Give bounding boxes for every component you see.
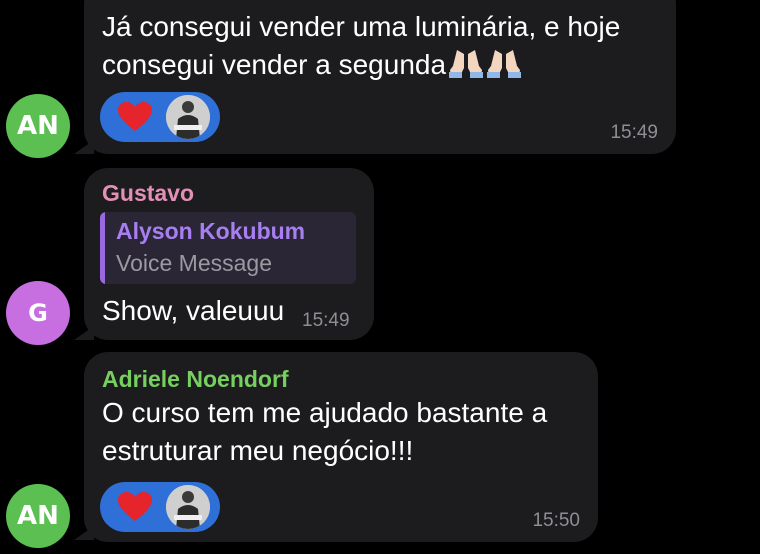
message-bubble[interactable]: Adriele Noendorf O curso tem me ajudado …	[84, 352, 598, 542]
message-bubble[interactable]: Gustavo Alyson Kokubum Voice Message Sho…	[84, 168, 374, 340]
timestamp: 15:49	[610, 122, 658, 143]
folded-hands-icon	[449, 50, 484, 78]
avatar[interactable]: AN	[6, 484, 70, 548]
reply-preview[interactable]: Alyson Kokubum Voice Message	[100, 212, 356, 284]
heart-icon	[118, 492, 152, 521]
message-text: Já consegui vender uma luminária, e hoje…	[102, 11, 621, 80]
heart-icon	[118, 102, 152, 131]
avatar[interactable]: G	[6, 281, 70, 345]
timestamp: 15:50	[532, 510, 580, 531]
message-bubble[interactable]: Já consegui vender uma luminária, e hoje…	[84, 0, 676, 154]
sender-name[interactable]: Gustavo	[102, 180, 194, 207]
reaction-pill[interactable]	[100, 482, 220, 532]
timestamp: 15:49	[302, 310, 350, 331]
sender-name[interactable]: Adriele Noendorf	[102, 366, 289, 393]
reply-sender-name: Alyson Kokubum	[116, 218, 306, 244]
avatar[interactable]: AN	[6, 94, 70, 158]
reaction-pill[interactable]	[100, 92, 220, 142]
folded-hands-icon	[487, 50, 522, 78]
message-text: O curso tem me ajudado bastante a estrut…	[102, 397, 548, 466]
reactor-avatar	[166, 95, 210, 139]
reply-bar	[100, 212, 105, 284]
reply-text: Voice Message	[116, 250, 272, 276]
reactor-avatar	[166, 485, 210, 529]
message-text: Show, valeuuu	[102, 295, 285, 326]
